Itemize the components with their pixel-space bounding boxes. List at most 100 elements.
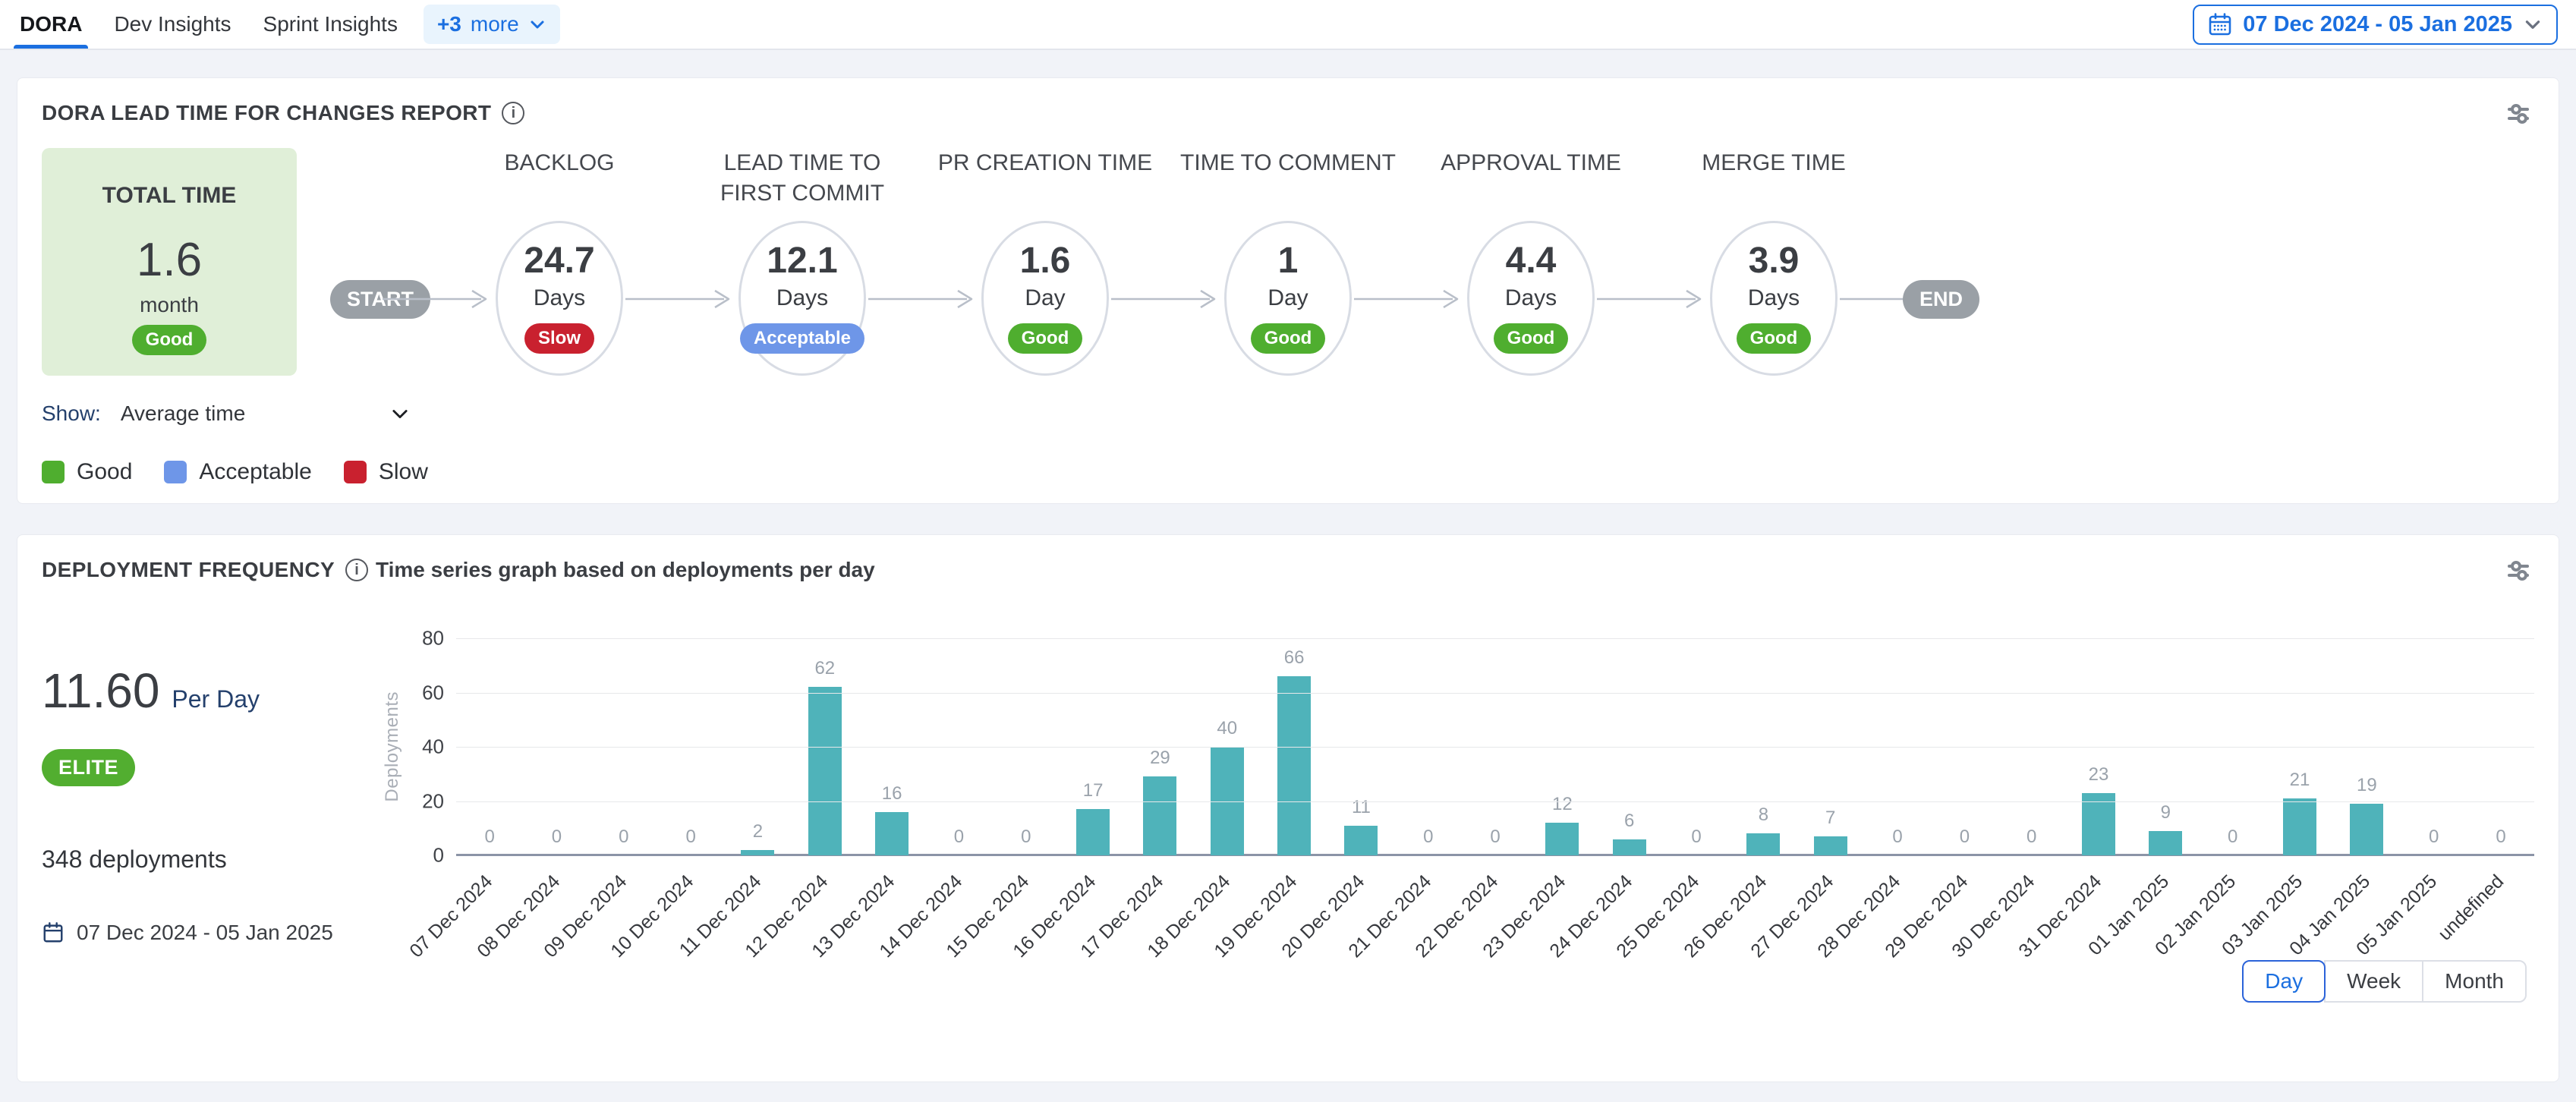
tab-dora[interactable]: DORA — [20, 0, 82, 49]
lead-time-card: DORA LEAD TIME FOR CHANGES REPORT i TOTA… — [17, 77, 2559, 504]
stage-unit: Days — [534, 285, 585, 311]
sliders-icon[interactable] — [2504, 99, 2533, 132]
y-tick-label: 80 — [422, 627, 444, 650]
stage-circle[interactable]: 1.6DayGood — [981, 221, 1109, 376]
deployments-bar-chart: Deployments 020406080 000026216001729406… — [376, 590, 2534, 956]
stage-circle[interactable]: 4.4DaysGood — [1467, 221, 1595, 376]
legend-swatch — [42, 461, 65, 483]
tab-sprint-insights[interactable]: Sprint Insights — [263, 0, 398, 49]
bar[interactable] — [1613, 839, 1646, 855]
gridline — [456, 638, 2534, 639]
y-tick-label: 20 — [422, 789, 444, 813]
stage-value: 4.4 — [1506, 243, 1557, 279]
sliders-icon[interactable] — [2504, 556, 2533, 589]
bar-value-label: 0 — [1691, 826, 1701, 848]
stage-value: 24.7 — [524, 243, 594, 279]
stage-circle[interactable]: 12.1DaysAcceptable — [738, 221, 866, 376]
legend-swatch — [344, 461, 367, 483]
bar[interactable] — [2082, 793, 2115, 855]
chevron-down-icon — [389, 403, 411, 424]
bar-value-label: 0 — [1490, 826, 1500, 848]
calendar-icon — [42, 921, 65, 944]
bar[interactable] — [808, 687, 842, 855]
stage-value: 3.9 — [1749, 243, 1800, 279]
deployment-rate-unit: Per Day — [172, 685, 260, 713]
stage-circle[interactable]: 24.7 Days Slow — [496, 221, 623, 376]
bar-value-label: 62 — [814, 658, 835, 679]
bar-value-label: 0 — [2496, 826, 2505, 848]
show-dropdown[interactable]: Show: Average time — [42, 401, 411, 426]
bar[interactable] — [1344, 826, 1378, 855]
bar[interactable] — [1143, 776, 1176, 855]
stage-unit: Day — [1268, 285, 1308, 311]
stage-name: BACKLOG — [446, 148, 673, 221]
tabs: DORA Dev Insights Sprint Insights — [20, 0, 398, 49]
deployment-card-title: DEPLOYMENT FREQUENCY — [42, 558, 335, 582]
info-icon[interactable]: i — [345, 559, 368, 581]
deployment-count: 348 deployments — [42, 845, 376, 874]
bar[interactable] — [2350, 804, 2383, 855]
end-pill: END — [1903, 280, 1979, 319]
stage-value: 1.6 — [1020, 243, 1071, 279]
gridline — [456, 801, 2534, 802]
total-time-unit: month — [42, 293, 297, 317]
chevron-down-icon — [528, 15, 546, 33]
bar-value-label: 0 — [2026, 826, 2036, 848]
bar[interactable] — [1277, 676, 1311, 855]
chevron-down-icon — [2523, 14, 2543, 34]
more-tabs-button[interactable]: +3 more — [424, 5, 560, 44]
deployment-rate-value: 11.60 — [42, 663, 159, 719]
calendar-icon — [2208, 12, 2232, 36]
bar-value-label: 11 — [1352, 797, 1371, 818]
deployment-chart-subtitle: Time series graph based on deployments p… — [376, 558, 2534, 582]
gridline — [456, 693, 2534, 694]
bar-value-label: 0 — [685, 826, 695, 848]
bar-value-label: 19 — [2357, 775, 2377, 796]
bar-value-label: 21 — [2290, 770, 2310, 791]
bar-value-label: 0 — [2429, 826, 2439, 848]
info-icon[interactable]: i — [502, 102, 524, 124]
deployment-stats: 11.60 Per Day ELITE 348 deployments 07 D… — [42, 590, 376, 956]
bar-value-label: 0 — [1960, 826, 1970, 848]
bar[interactable] — [1814, 836, 1847, 855]
stage-name: PR CREATION TIME — [931, 148, 1159, 221]
bar-value-label: 29 — [1150, 748, 1170, 769]
tab-dev-insights[interactable]: Dev Insights — [114, 0, 231, 49]
legend-label: Acceptable — [199, 459, 311, 485]
status-badge: Good — [1737, 323, 1812, 354]
granularity-toggle: DayWeekMonth — [42, 960, 2534, 1003]
total-status-badge: Good — [132, 325, 207, 355]
bar[interactable] — [741, 850, 774, 855]
status-legend: GoodAcceptableSlow — [42, 459, 2534, 485]
bar[interactable] — [2149, 831, 2182, 855]
bar[interactable] — [875, 812, 909, 855]
bar-value-label: 0 — [1021, 826, 1031, 848]
lead-time-flow: TOTAL TIME 1.6 month Good STARTBACKLOG24… — [42, 148, 2534, 376]
bar-value-label: 2 — [753, 821, 763, 842]
bar-value-label: 40 — [1217, 718, 1237, 739]
y-tick-label: 60 — [422, 681, 444, 704]
bar-value-label: 66 — [1284, 647, 1305, 669]
gridline — [456, 747, 2534, 748]
legend-item-acceptable: Acceptable — [164, 459, 311, 485]
bar[interactable] — [1545, 823, 1579, 855]
granularity-week[interactable]: Week — [2324, 960, 2423, 1003]
y-tick-label: 0 — [433, 844, 444, 867]
bar[interactable] — [2283, 798, 2316, 855]
bar[interactable] — [1076, 809, 1110, 855]
bar[interactable] — [1746, 833, 1780, 855]
status-badge: Slow — [524, 323, 594, 354]
bar-value-label: 6 — [1624, 811, 1634, 832]
date-range-text: 07 Dec 2024 - 05 Jan 2025 — [2243, 12, 2512, 37]
stage-circle[interactable]: 3.9DaysGood — [1710, 221, 1838, 376]
stage-name: MERGE TIME — [1660, 148, 1888, 221]
chart-plot-area: 0000262160017294066110012608700023902119… — [456, 638, 2534, 855]
granularity-day[interactable]: Day — [2242, 960, 2326, 1003]
stage-circle[interactable]: 1DayGood — [1224, 221, 1352, 376]
bar-value-label: 0 — [954, 826, 964, 848]
date-range-picker[interactable]: 07 Dec 2024 - 05 Jan 2025 — [2193, 5, 2558, 45]
stats-date-range: 07 Dec 2024 - 05 Jan 2025 — [77, 921, 333, 945]
legend-swatch — [164, 461, 187, 483]
bar-value-label: 12 — [1552, 794, 1573, 815]
granularity-month[interactable]: Month — [2422, 960, 2527, 1003]
